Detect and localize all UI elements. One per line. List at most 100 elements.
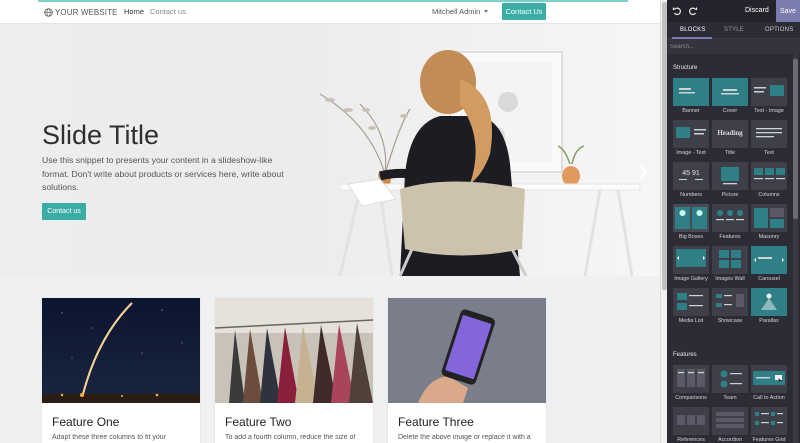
nav-contact-link[interactable]: Contact us [150,7,186,16]
comparisons-icon [673,365,709,393]
title-icon: Heading [712,120,748,148]
discard-button[interactable]: Discard [745,7,769,14]
snippet-block-accordion[interactable]: Accordion [711,407,749,443]
snippet-block-label: Banner [682,108,700,114]
snippet-search-row [667,39,800,54]
chevron-right-icon[interactable] [637,165,649,179]
snippet-block-label: Image Gallery [674,276,708,282]
title-icon: Heading [717,129,743,137]
snippet-block-title[interactable]: Heading Title [711,120,749,161]
columns-icon [754,168,785,180]
tab-options[interactable]: OPTIONS [765,27,793,33]
nav-home-link[interactable]: Home [124,7,144,16]
accordion-icon [716,412,744,428]
feature-text: Adapt these three columns to fit your [52,434,167,441]
selection-outline [38,0,628,2]
snippet-block-label: Features [719,234,741,240]
user-menu[interactable]: Mitchell Admin [432,7,489,16]
images-wall-icon [719,250,741,268]
image-gallery-icon [676,249,706,267]
text-image-icon [754,85,784,96]
hero-photo-woman-desk [300,24,660,276]
text-icon [751,120,787,148]
snippet-block-text-image[interactable]: Text - Image [750,78,788,119]
snippet-block-columns[interactable]: Columns [750,162,788,203]
tab-style[interactable]: STYLE [724,27,744,33]
feature-card-3: Feature Three Delete the above image or … [388,298,546,443]
feature-text: To add a fourth column, reduce the size … [225,434,356,441]
undo-icon[interactable] [672,6,682,16]
panel-scrollbar[interactable] [793,55,798,443]
features-section: Feature One Adapt these three columns to… [0,276,660,443]
numbers-icon: 45 91 [673,162,709,190]
website-navbar: YOUR WEBSITE Home Contact us Mitchell Ad… [0,0,660,24]
snippet-block-banner[interactable]: Banner [672,78,710,119]
editor-tabs: BLOCKS STYLE OPTIONS [667,22,800,39]
contact-us-nav-button[interactable]: Contact Us [502,3,546,20]
feature-card-1: Feature One Adapt these three columns to… [42,298,200,443]
snippet-block-features-grid[interactable]: Features Grid [750,407,788,443]
save-button[interactable]: Save [776,0,800,22]
call-to-action-icon [751,365,787,393]
features-grid-icon [751,407,787,435]
snippet-block-cover[interactable]: Cover [711,78,749,119]
hero-contact-button[interactable]: Contact us [42,203,86,220]
snippet-block-comparisons[interactable]: Comparisons [672,365,710,406]
snippet-block-label: Showcase [717,318,743,324]
snippet-block-image-gallery[interactable]: Image Gallery [672,246,710,287]
snippet-block-masonry[interactable]: Masonry [750,204,788,245]
snippet-block-call-to-action[interactable]: Call to Action [750,365,788,406]
snippet-block-media-list[interactable]: Media List [672,288,710,329]
parallax-icon [751,288,787,316]
website-logo[interactable]: YOUR WEBSITE [44,6,118,18]
snippet-block-label: Media List [678,318,704,324]
image-text-icon [673,120,709,148]
snippet-block-label: Comparisons [675,395,707,401]
redo-icon[interactable] [688,6,698,16]
snippet-block-carousel[interactable]: Carousel [750,246,788,287]
features-grid-icon [755,412,783,425]
snippet-block-label: Images Wall [715,276,745,282]
snippet-block-label: Carousel [758,276,780,282]
snippet-block-numbers[interactable]: 45 91 Numbers [672,162,710,203]
snippet-block-showcase[interactable]: Showcase [711,288,749,329]
feature-card-2: Feature Two To add a fourth column, redu… [215,298,373,443]
tab-blocks[interactable]: BLOCKS [680,27,706,33]
accordion-icon [712,407,748,435]
team-icon [712,365,748,393]
feature-title: Feature Two [225,415,292,429]
hero-slider: Slide Title Use this snippet to presents… [0,24,660,276]
banner-icon [673,78,709,106]
website-preview: YOUR WEBSITE Home Contact us Mitchell Ad… [0,0,660,443]
features-icon [716,210,744,221]
editor-panel: Discard Save BLOCKS STYLE OPTIONS Struct… [667,0,800,443]
big-boxes-icon [673,204,709,232]
masonry-icon [751,204,787,232]
columns-icon [751,162,787,190]
snippet-block-team[interactable]: Team [711,365,749,406]
hero-description: Use this snippet to presents your conten… [42,155,284,192]
chevron-down-icon [484,10,489,13]
snippet-block-text[interactable]: Text [750,120,788,161]
snippet-block-image-text[interactable]: Image - Text [672,120,710,161]
snippet-block-picture[interactable]: Picture [711,162,749,203]
snippet-block-parallax[interactable]: Parallax [750,288,788,329]
cover-icon [712,78,748,106]
panel-scrollbar-thumb[interactable] [793,59,798,219]
picture-icon [712,162,748,190]
image-text-icon [676,127,706,138]
snippet-block-big-boxes[interactable]: Big Boxes [672,204,710,245]
feature-title: Feature Three [398,415,474,429]
references-icon [673,407,709,435]
snippet-block-images-wall[interactable]: Images Wall [711,246,749,287]
snippet-block-features[interactable]: Features [711,204,749,245]
snippet-thumb-text: 45 91 [682,170,700,177]
feature-title: Feature One [52,415,120,429]
snippet-block-label: Text [764,150,774,156]
website-scrollbar[interactable] [660,0,667,443]
call-to-action-icon [753,371,785,385]
snippet-block-label: Columns [758,192,780,198]
snippet-block-references[interactable]: References [672,407,710,443]
snippet-search-input[interactable] [670,41,790,52]
feature-text: Delete the above image or replace it wit… [398,434,531,441]
